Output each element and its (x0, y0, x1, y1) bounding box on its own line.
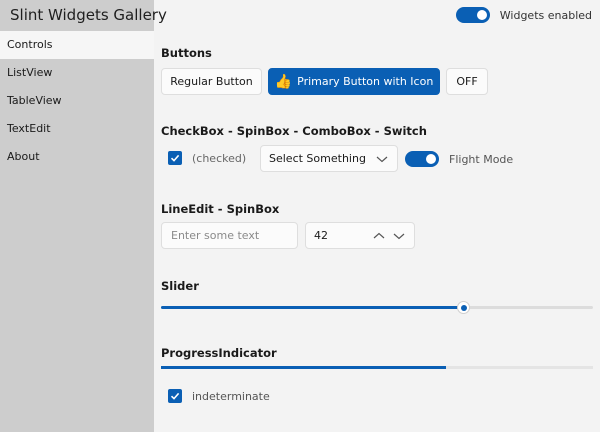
spin-box-value: 42 (314, 229, 328, 242)
sidebar: Slint Widgets Gallery Controls ListView … (0, 0, 167, 432)
slider-track[interactable] (161, 301, 593, 314)
chevron-down-icon[interactable] (392, 231, 406, 241)
thumbs-up-icon: 👍 (274, 73, 293, 90)
sidebar-item-listview[interactable]: ListView (0, 59, 154, 87)
line-edit[interactable] (161, 222, 298, 249)
indeterminate-label: indeterminate (192, 389, 270, 403)
line-edit-input[interactable] (162, 229, 297, 242)
progress-bar (161, 366, 593, 369)
flight-mode-toggle: Flight Mode (405, 151, 513, 167)
slider-handle[interactable] (457, 301, 471, 314)
indeterminate-check-icon (168, 389, 182, 403)
sidebar-nav: Controls ListView TableView TextEdit Abo… (0, 31, 154, 171)
flight-mode-label: Flight Mode (449, 152, 514, 166)
combo-box[interactable]: Select Something (260, 145, 398, 172)
sidebar-item-textedit[interactable]: TextEdit (0, 115, 154, 143)
progress-fill (161, 366, 447, 369)
checkbox-section-title: CheckBox - SpinBox - ComboBox - Switch (161, 124, 427, 138)
widgets-enabled-toggle: Widgets enabled (455, 7, 592, 23)
primary-button-label: Primary Button with Icon (297, 75, 434, 88)
slider-fill (161, 306, 464, 309)
chevron-down-icon (376, 156, 388, 162)
app-title: Slint Widgets Gallery (10, 6, 167, 24)
combo-box-value: Select Something (269, 152, 366, 165)
regular-button[interactable]: Regular Button (161, 68, 262, 95)
indeterminate-checkbox[interactable]: indeterminate (168, 389, 270, 403)
chevron-up-icon[interactable] (372, 231, 386, 241)
progress-section-title: ProgressIndicator (161, 346, 277, 360)
checked-checkbox[interactable]: (checked) (168, 151, 246, 165)
primary-button[interactable]: 👍 Primary Button with Icon (268, 68, 440, 95)
main-content: Widgets enabled Buttons Regular Button 👍… (154, 0, 600, 432)
spin-box[interactable]: 42 (305, 222, 415, 249)
off-toggle-button[interactable]: OFF (446, 68, 488, 95)
checkbox-label: (checked) (192, 151, 247, 165)
buttons-section-title: Buttons (161, 46, 212, 60)
sidebar-item-controls[interactable]: Controls (0, 31, 154, 59)
sidebar-item-tableview[interactable]: TableView (0, 87, 154, 115)
flight-mode-switch[interactable] (405, 151, 439, 167)
widgets-enabled-label: Widgets enabled (499, 8, 592, 22)
widgets-enabled-switch[interactable] (455, 7, 490, 23)
lineedit-section-title: LineEdit - SpinBox (161, 202, 280, 216)
sidebar-item-about[interactable]: About (0, 143, 154, 171)
checkbox-check-icon (168, 151, 182, 165)
slider-section-title: Slider (161, 279, 199, 293)
